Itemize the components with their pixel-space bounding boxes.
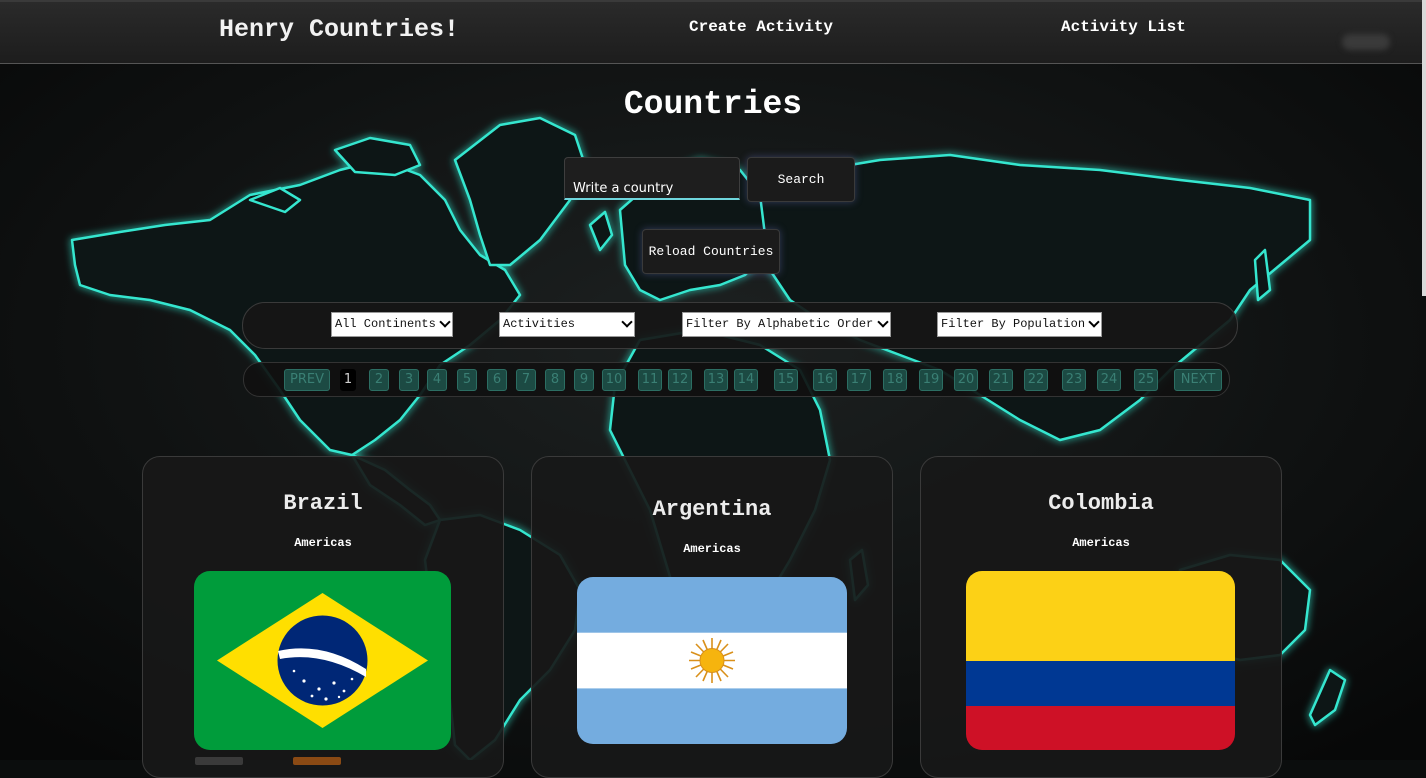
page-button-25[interactable]: 25	[1134, 369, 1158, 391]
alphabetic-filter-select[interactable]: Filter By Alphabetic Order	[682, 312, 891, 337]
page-button-10[interactable]: 10	[602, 369, 626, 391]
country-card-brazil[interactable]: Brazil Americas	[142, 456, 504, 778]
page-button-13[interactable]: 13	[704, 369, 728, 391]
population-filter-value: Filter By Population	[941, 317, 1086, 331]
activity-chip	[293, 757, 341, 765]
page-button-23[interactable]: 23	[1062, 369, 1086, 391]
page-button-24[interactable]: 24	[1097, 369, 1121, 391]
continent-filter-select[interactable]: All Continents	[331, 312, 453, 337]
activities-filter-value: Activities	[503, 317, 576, 331]
prev-page-button[interactable]: PREV	[284, 369, 330, 391]
search-button[interactable]: Search	[747, 157, 855, 202]
chevron-down-icon	[1088, 316, 1100, 328]
brand-title[interactable]: Henry Countries!	[219, 15, 459, 44]
brazil-flag-icon	[194, 571, 451, 750]
page-button-12[interactable]: 12	[668, 369, 692, 391]
country-card-colombia[interactable]: Colombia Americas	[920, 456, 1282, 778]
blurred-nav-item	[1342, 34, 1390, 50]
page-title: Countries	[623, 86, 803, 123]
country-continent: Americas	[683, 542, 741, 556]
page-button-22[interactable]: 22	[1024, 369, 1048, 391]
chevron-down-icon	[621, 316, 633, 328]
country-name: Brazil	[283, 491, 363, 516]
page-button-8[interactable]: 8	[545, 369, 565, 391]
argentina-flag-icon	[577, 577, 847, 744]
page-button-4[interactable]: 4	[427, 369, 447, 391]
page-button-7[interactable]: 7	[516, 369, 536, 391]
country-continent: Americas	[294, 536, 352, 550]
search-input[interactable]	[564, 157, 740, 200]
page-button-19[interactable]: 19	[919, 369, 943, 391]
page-button-1[interactable]: 1	[340, 369, 356, 391]
chevron-down-icon	[439, 316, 451, 328]
country-name: Argentina	[652, 497, 772, 522]
page-button-16[interactable]: 16	[813, 369, 837, 391]
colombia-flag-icon	[966, 571, 1235, 750]
nav-create-activity[interactable]: Create Activity	[689, 18, 833, 36]
page-button-3[interactable]: 3	[399, 369, 419, 391]
page-button-6[interactable]: 6	[487, 369, 507, 391]
page-button-5[interactable]: 5	[457, 369, 477, 391]
page-button-14[interactable]: 14	[734, 369, 758, 391]
page-button-11[interactable]: 11	[638, 369, 662, 391]
population-filter-select[interactable]: Filter By Population	[937, 312, 1102, 337]
chevron-down-icon	[877, 316, 889, 328]
page-button-9[interactable]: 9	[574, 369, 594, 391]
country-card-argentina[interactable]: Argentina Americas	[531, 456, 893, 778]
next-page-button[interactable]: NEXT	[1174, 369, 1222, 391]
page-button-18[interactable]: 18	[883, 369, 907, 391]
page-button-17[interactable]: 17	[847, 369, 871, 391]
activity-chip	[195, 757, 243, 765]
page-button-20[interactable]: 20	[954, 369, 978, 391]
nav-activity-list[interactable]: Activity List	[1061, 18, 1186, 36]
navbar: Henry Countries! Create Activity Activit…	[0, 0, 1422, 64]
reload-countries-button[interactable]: Reload Countries	[642, 229, 780, 274]
page-button-2[interactable]: 2	[369, 369, 389, 391]
pagination: PREV NEXT 1 2 3 4 5 6 7 8 9 10 11 12 13 14 15 16 17 18 19 2…	[243, 362, 1230, 397]
page-button-21[interactable]: 21	[989, 369, 1013, 391]
alphabetic-filter-value: Filter By Alphabetic Order	[686, 317, 874, 331]
scrollbar[interactable]	[1422, 0, 1426, 296]
filter-bar: All Continents Activities Filter By Alph…	[242, 302, 1238, 349]
country-continent: Americas	[1072, 536, 1130, 550]
page-button-15[interactable]: 15	[774, 369, 798, 391]
activities-filter-select[interactable]: Activities	[499, 312, 635, 337]
continent-filter-value: All Continents	[335, 317, 436, 331]
country-name: Colombia	[1048, 491, 1154, 516]
